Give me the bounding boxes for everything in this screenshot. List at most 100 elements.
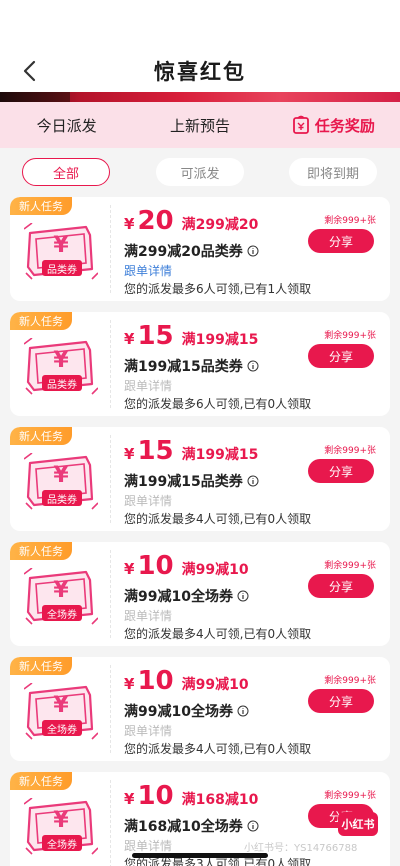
info-icon[interactable] [237, 590, 249, 602]
task-badge: 新人任务 [10, 657, 72, 675]
share-button[interactable]: 分享 [308, 344, 374, 368]
coupon-rule: 满299减20 [181, 217, 259, 233]
tab-label: 上新预告 [169, 116, 230, 135]
gift-bag-icon [292, 115, 310, 135]
currency-symbol: ¥ [124, 560, 135, 578]
coupon-rule: 满199减15 [181, 447, 259, 463]
info-icon[interactable] [247, 820, 259, 832]
coupon-card[interactable]: 新人任务 ¥ 全场券 ¥ 10 满99减10 满99减10全场券 跟单详情 您的… [10, 542, 390, 646]
tab-preview[interactable]: 上新预告 [133, 102, 266, 148]
order-detail-link[interactable]: 跟单详情 [124, 607, 172, 624]
coupon-name-text: 满168减10全场券 [124, 819, 243, 835]
coupon-name-text: 满99减10全场券 [124, 589, 233, 605]
task-badge: 新人任务 [10, 772, 72, 790]
coupon-graphic: 新人任务 ¥ 品类券 [10, 197, 110, 301]
filter-all[interactable]: 全部 [22, 158, 110, 186]
coupon-type-tag: 品类券 [42, 260, 82, 276]
coupon-graphic: 新人任务 ¥ 全场券 [10, 542, 110, 646]
coupon-name: 满99减10全场券 [124, 701, 249, 721]
task-badge: 新人任务 [10, 197, 72, 215]
coupon-name-text: 满199减15品类券 [124, 359, 243, 375]
distribution-note: 您的派发最多6人可领,已有0人领取 [124, 397, 312, 411]
amount-value: 15 [137, 321, 174, 351]
coupon-type-tag: 品类券 [42, 375, 82, 391]
coupon-name: 满199减15品类券 [124, 356, 259, 376]
yen-icon: ¥ [53, 693, 69, 718]
order-detail-link[interactable]: 跟单详情 [124, 722, 172, 739]
coupon-card[interactable]: 新人任务 ¥ 品类券 ¥ 15 满199减15 满199减15 品类券 跟单详情 … [10, 427, 390, 531]
dashed-divider [110, 665, 111, 753]
filter-expiring[interactable]: 即将到期 [289, 158, 377, 186]
info-icon[interactable] [247, 360, 259, 372]
watermark-logo: 小红书 [338, 812, 378, 836]
info-icon[interactable] [247, 245, 259, 257]
dashed-divider [110, 205, 111, 293]
share-button[interactable]: 分享 [308, 459, 374, 483]
amount-value: 10 [137, 781, 174, 811]
coupon-type-tag: 品类券 [42, 490, 82, 506]
coupon-amount: ¥ 10 满168减10 [124, 782, 258, 810]
currency-symbol: ¥ [124, 445, 135, 463]
share-button[interactable]: 分享 [308, 229, 374, 253]
coupon-graphic: 新人任务 ¥ 品类券 [10, 312, 110, 416]
coupon-graphic: 新人任务 ¥ 全场券 [10, 657, 110, 761]
coupon-type-tag: 全场券 [42, 605, 82, 621]
order-detail-link[interactable]: 跟单详情 [124, 837, 172, 854]
coupon-amount: ¥ 15 满199减15 [124, 437, 258, 465]
distribution-note: 您的派发最多4人可领,已有0人领取 [124, 627, 312, 641]
top-bar: 惊喜红包 [0, 0, 400, 95]
tab-today[interactable]: 今日派发 [0, 102, 133, 148]
task-badge: 新人任务 [10, 427, 72, 445]
yen-icon: ¥ [53, 808, 69, 833]
dashed-divider [110, 320, 111, 408]
tab-bar: 今日派发 上新预告 任务奖励 [0, 102, 400, 148]
coupon-name-text: 满299减20品类券 [124, 244, 243, 260]
distribution-note: 您的派发最多6人可领,已有1人领取 [124, 282, 312, 296]
amount-value: 20 [137, 206, 174, 236]
yen-icon: ¥ [53, 348, 69, 373]
coupon-amount: ¥ 10 满99减10 [124, 552, 249, 580]
tab-task-reward[interactable]: 任务奖励 [267, 102, 400, 148]
coupon-name: 满99减10全场券 [124, 586, 249, 606]
tab-label: 今日派发 [36, 116, 97, 135]
coupon-amount: ¥ 10 满99减10 [124, 667, 249, 695]
distribution-note: 您的派发最多4人可领,已有0人领取 [124, 512, 312, 526]
filter-available[interactable]: 可派发 [156, 158, 244, 186]
task-badge: 新人任务 [10, 312, 72, 330]
coupon-graphic: 新人任务 ¥ 全场券 [10, 772, 110, 866]
page-title: 惊喜红包 [154, 60, 246, 84]
home-indicator [132, 853, 268, 858]
remaining-count: 剩余999+张 [324, 561, 376, 571]
amount-value: 15 [137, 436, 174, 466]
coupon-type-tag: 全场券 [42, 720, 82, 736]
info-icon[interactable] [237, 705, 249, 717]
currency-symbol: ¥ [124, 675, 135, 693]
yen-icon: ¥ [53, 463, 69, 488]
share-button[interactable]: 分享 [308, 689, 374, 713]
coupon-type-tag: 全场券 [42, 835, 82, 851]
task-badge: 新人任务 [10, 542, 72, 560]
order-detail-link[interactable]: 跟单详情 [124, 492, 172, 509]
coupon-card[interactable]: 新人任务 ¥ 品类券 ¥ 20 满299减20 满299减20品类券 跟单详情 … [10, 197, 390, 301]
coupon-card[interactable]: 新人任务 ¥ 全场券 ¥ 10 满99减10 满99减10全场券 跟单详情 您的… [10, 657, 390, 761]
share-button[interactable]: 分享 [308, 574, 374, 598]
remaining-count: 剩余999+张 [324, 216, 376, 226]
order-detail-link[interactable]: 跟单详情 [124, 262, 172, 279]
yen-icon: ¥ [53, 578, 69, 603]
coupon-card[interactable]: 新人任务 ¥ 品类券 ¥ 15 满199减15 满199减15品类券 跟单详情 … [10, 312, 390, 416]
coupon-amount: ¥ 15 满199减15 [124, 322, 258, 350]
dashed-divider [110, 435, 111, 523]
remaining-count: 剩余999+张 [324, 446, 376, 456]
remaining-count: 剩余999+张 [324, 676, 376, 686]
amount-value: 10 [137, 551, 174, 581]
remaining-count: 剩余999+张 [324, 331, 376, 341]
coupon-rule: 满168减10 [181, 792, 259, 808]
order-detail-link[interactable]: 跟单详情 [124, 377, 172, 394]
yen-icon: ¥ [53, 233, 69, 258]
dashed-divider [110, 550, 111, 638]
tab-label: 任务奖励 [314, 116, 375, 135]
watermark: 小红书号：YS14766788 [244, 843, 358, 854]
currency-symbol: ¥ [124, 790, 135, 808]
info-icon[interactable] [247, 475, 259, 487]
coupon-graphic: 新人任务 ¥ 品类券 [10, 427, 110, 531]
